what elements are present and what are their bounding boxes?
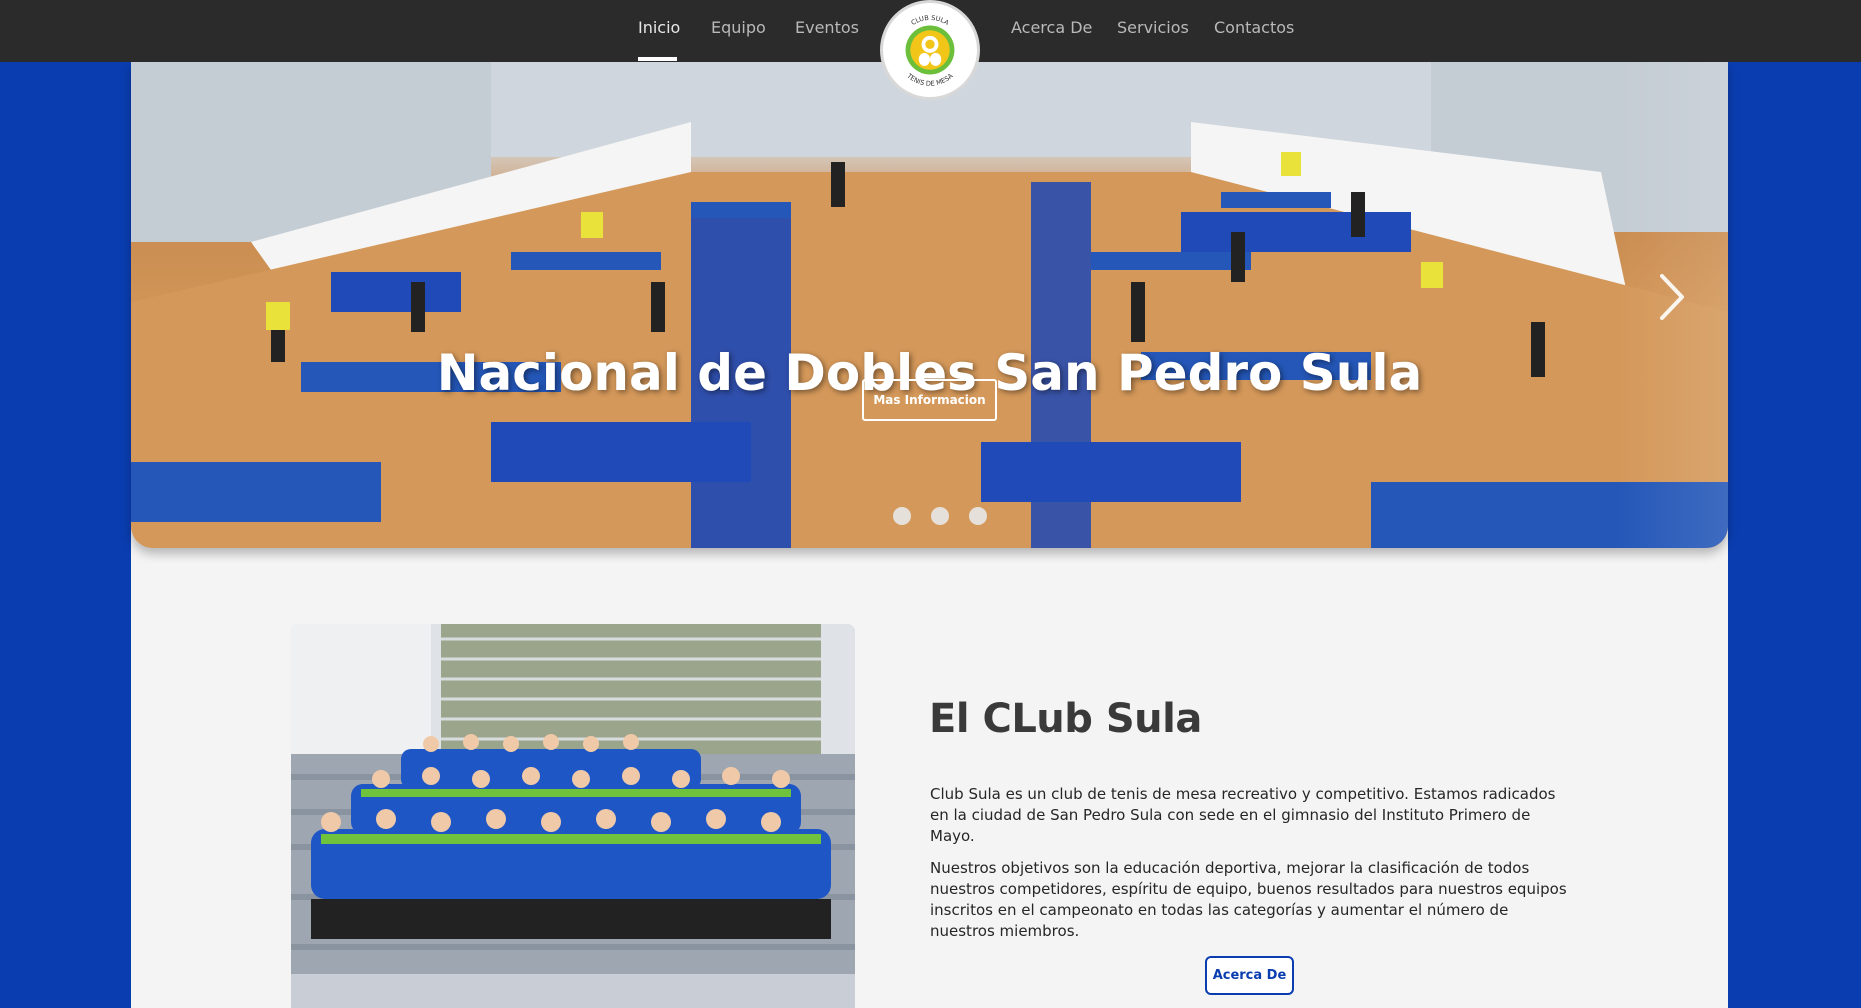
nav-link-contactos[interactable]: Contactos xyxy=(1214,18,1294,37)
about-us-button[interactable]: Acerca De xyxy=(1205,956,1294,995)
hero-slide-image xyxy=(131,62,1728,548)
nav-link-equipo[interactable]: Equipo xyxy=(711,18,766,37)
nav-link-inicio[interactable]: Inicio xyxy=(638,18,680,37)
chevron-right-icon xyxy=(1660,274,1684,320)
nav-link-servicios[interactable]: Servicios xyxy=(1117,18,1189,37)
about-paragraph-1: Club Sula es un club de tenis de mesa re… xyxy=(930,785,1556,845)
carousel-dot-3[interactable] xyxy=(969,507,987,525)
carousel-dot-1[interactable] xyxy=(893,507,911,525)
about-paragraph-2: Nuestros objetivos son la educación depo… xyxy=(930,859,1567,940)
team-photo xyxy=(291,624,855,1008)
carousel-next-button[interactable] xyxy=(1616,62,1728,548)
logo-top-text: CLUB SULA xyxy=(910,14,951,27)
carousel-dot-2[interactable] xyxy=(931,507,949,525)
svg-text:CLUB SULA: CLUB SULA xyxy=(910,14,951,27)
nav-link-acerca-de[interactable]: Acerca De xyxy=(1011,18,1092,37)
club-sula-logo[interactable]: CLUB SULA TENIS DE MESA xyxy=(880,0,980,100)
about-title: El CLub Sula xyxy=(929,696,1202,742)
hero-carousel: Nacional de Dobles San Pedro Sula Mas In… xyxy=(131,62,1728,548)
more-info-button[interactable]: Mas Informacion xyxy=(862,379,997,421)
carousel-indicators xyxy=(131,507,1728,527)
nav-link-eventos[interactable]: Eventos xyxy=(795,18,859,37)
active-nav-indicator xyxy=(638,57,677,61)
logo-emblem-icon: CLUB SULA TENIS DE MESA xyxy=(905,14,955,88)
